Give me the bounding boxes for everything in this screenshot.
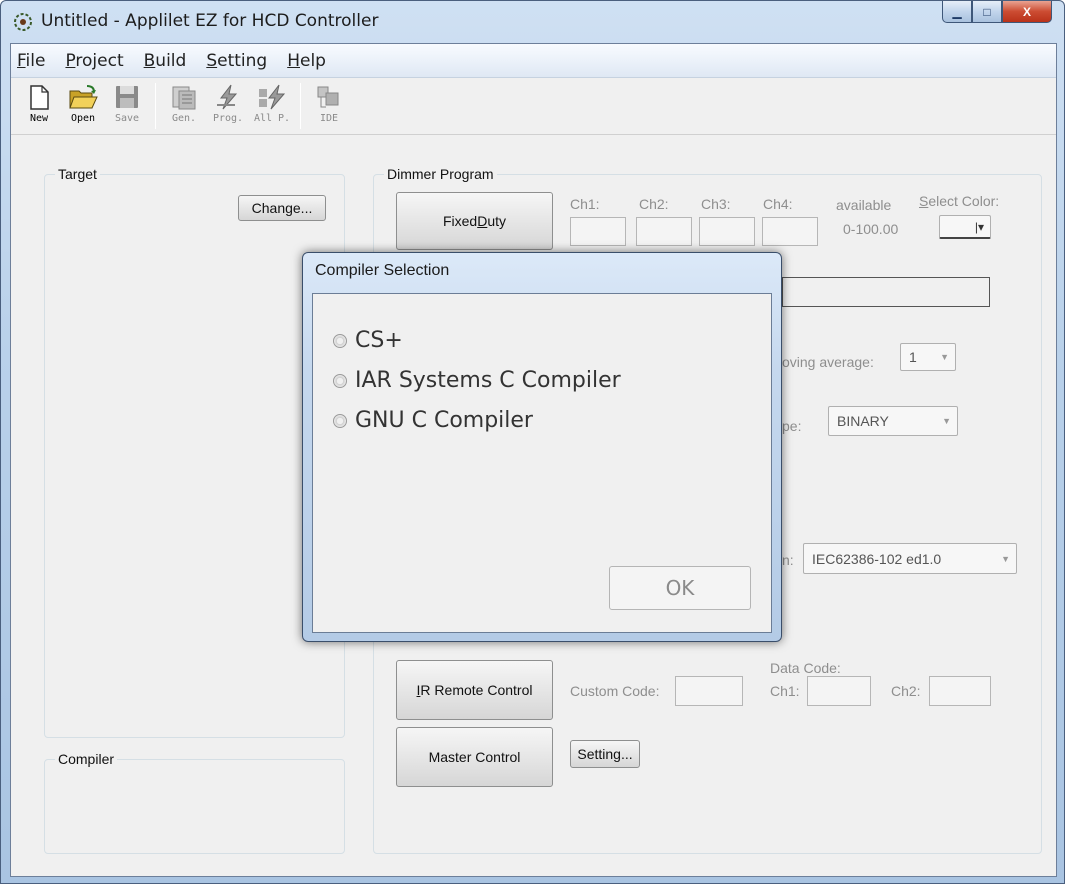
new-document-icon xyxy=(30,85,49,110)
menu-project[interactable]: Project xyxy=(65,51,123,71)
radio-option-cs-plus[interactable]: CS+ xyxy=(333,328,403,353)
description-field[interactable] xyxy=(782,277,990,307)
standard-select[interactable]: IEC62386-102 ed1.0 ▼ xyxy=(803,543,1017,574)
maximize-button[interactable]: □ xyxy=(972,1,1002,23)
maximize-icon: □ xyxy=(983,4,991,19)
compiler-selection-dialog: Compiler Selection CS+ IAR Systems C Com… xyxy=(302,252,782,642)
generate-code-icon xyxy=(172,86,196,110)
program-all-icon xyxy=(259,84,286,110)
app-logo-icon xyxy=(14,13,32,31)
program-button[interactable]: Prog. xyxy=(206,79,250,133)
ch1-input[interactable] xyxy=(570,217,626,246)
save-button[interactable]: Save xyxy=(105,79,149,133)
data-code-ch2-label: Ch2: xyxy=(891,683,921,699)
menu-setting[interactable]: Setting xyxy=(206,51,267,71)
ch2-label: Ch2: xyxy=(639,196,669,212)
select-color-label: Select Color: xyxy=(919,193,1000,209)
custom-code-label: Custom Code: xyxy=(570,683,660,699)
radio-button-icon[interactable] xyxy=(333,413,347,428)
dialog-title: Compiler Selection xyxy=(315,262,450,279)
data-code-label: Data Code: xyxy=(770,660,841,676)
open-button[interactable]: Open xyxy=(61,79,105,133)
ir-remote-control-button[interactable]: IR Remote Control xyxy=(396,660,553,720)
toolbar: New Open Save Gen. Prog. All P. IDE xyxy=(11,79,1056,135)
minimize-icon: ▁ xyxy=(952,4,962,19)
window-title: Untitled - Applilet EZ for HCD Controlle… xyxy=(41,11,379,31)
custom-code-input[interactable] xyxy=(675,676,743,706)
available-label: available xyxy=(836,197,892,213)
dimmer-program-legend: Dimmer Program xyxy=(384,166,497,182)
menu-bar: File Project Build Setting Help xyxy=(11,44,1056,78)
open-folder-icon xyxy=(69,85,98,109)
dialog-body: CS+ IAR Systems C Compiler GNU C Compile… xyxy=(312,293,772,633)
type-label: pe: xyxy=(782,418,802,434)
change-target-button[interactable]: Change... xyxy=(238,195,326,221)
data-code-ch2-input[interactable] xyxy=(929,676,991,706)
ch1-label: Ch1: xyxy=(570,196,600,212)
radio-button-icon[interactable] xyxy=(333,333,347,348)
moving-average-label: oving average: xyxy=(782,354,874,370)
compiler-legend: Compiler xyxy=(55,751,118,767)
menu-file[interactable]: File xyxy=(17,51,45,71)
minimize-button[interactable]: ▁ xyxy=(942,1,972,23)
standard-label: n: xyxy=(782,552,794,568)
ch4-label: Ch4: xyxy=(763,196,793,212)
setting-button[interactable]: Setting... xyxy=(570,740,640,768)
ch3-input[interactable] xyxy=(699,217,755,246)
ide-button[interactable]: IDE xyxy=(307,79,351,133)
color-picker[interactable]: |▾ xyxy=(939,215,991,239)
close-icon: X xyxy=(1022,4,1031,19)
title-bar[interactable]: Untitled - Applilet EZ for HCD Controlle… xyxy=(1,1,1064,43)
ch3-label: Ch3: xyxy=(701,196,731,212)
toolbar-separator xyxy=(300,83,301,129)
ch2-input[interactable] xyxy=(636,217,692,246)
fixed-duty-button[interactable]: Fixed Duty xyxy=(396,192,553,250)
save-disk-icon xyxy=(116,86,138,108)
menu-build[interactable]: Build xyxy=(144,51,187,71)
program-lightning-icon xyxy=(217,84,238,110)
radio-button-icon[interactable] xyxy=(333,373,347,388)
ide-icon xyxy=(317,86,339,108)
generate-button[interactable]: Gen. xyxy=(162,79,206,133)
target-group: Target Change... xyxy=(44,166,345,738)
program-all-button[interactable]: All P. xyxy=(250,79,294,133)
ok-button[interactable]: OK xyxy=(609,566,751,610)
window-controls: ▁ □ X xyxy=(942,1,1052,27)
compiler-group: Compiler xyxy=(44,751,345,854)
new-button[interactable]: New xyxy=(17,79,61,133)
range-label: 0-100.00 xyxy=(843,221,899,237)
master-control-button[interactable]: Master Control xyxy=(396,727,553,787)
data-code-ch1-input[interactable] xyxy=(807,676,871,706)
close-button[interactable]: X xyxy=(1002,1,1052,23)
menu-help[interactable]: Help xyxy=(287,51,326,71)
ch4-input[interactable] xyxy=(762,217,818,246)
toolbar-separator xyxy=(155,83,156,129)
moving-average-select[interactable]: 1 ▼ xyxy=(900,343,956,371)
radio-option-gnu[interactable]: GNU C Compiler xyxy=(333,408,533,433)
target-legend: Target xyxy=(55,166,100,182)
radio-option-iar[interactable]: IAR Systems C Compiler xyxy=(333,368,621,393)
type-select[interactable]: BINARY ▼ xyxy=(828,406,958,436)
data-code-ch1-label: Ch1: xyxy=(770,683,800,699)
